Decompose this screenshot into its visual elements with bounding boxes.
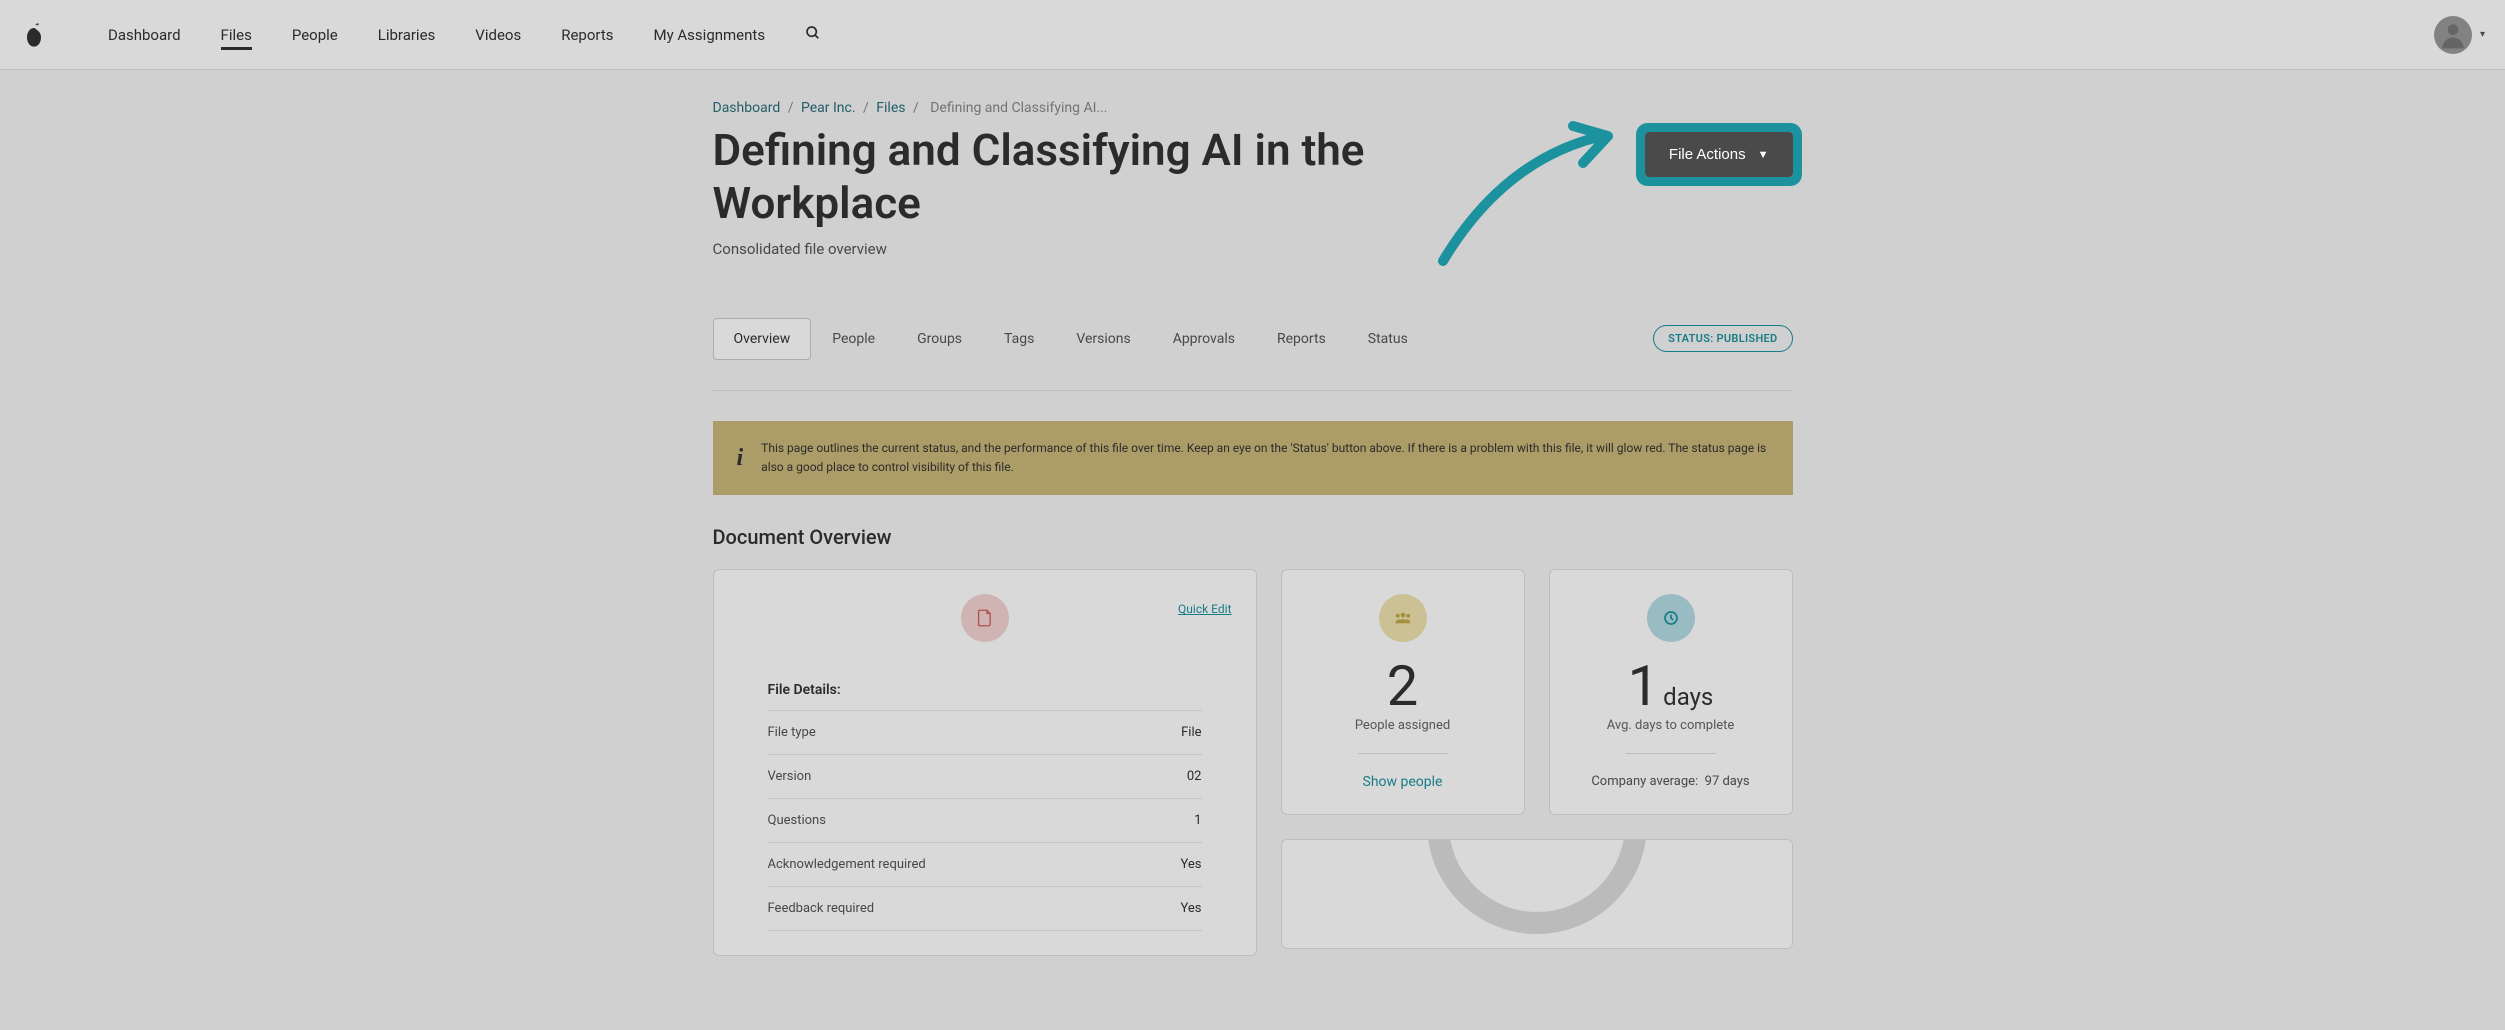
quick-edit-link[interactable]: Quick Edit — [1178, 602, 1231, 616]
detail-label: Feedback required — [768, 901, 875, 916]
search-button[interactable] — [785, 25, 841, 45]
breadcrumb-files[interactable]: Files — [876, 100, 905, 116]
detail-label: Questions — [768, 813, 826, 828]
file-actions-button[interactable]: File Actions ▼ — [1645, 132, 1793, 177]
days-label: Avg. days to complete — [1607, 718, 1735, 733]
tab-status[interactable]: Status — [1347, 318, 1429, 360]
nav-reports[interactable]: Reports — [541, 2, 633, 68]
days-suffix: days — [1663, 683, 1713, 711]
clock-icon-circle — [1647, 594, 1695, 642]
people-assigned-card: 2 People assigned Show people — [1281, 569, 1525, 815]
tab-versions[interactable]: Versions — [1055, 318, 1151, 360]
donut-chart — [1427, 839, 1647, 934]
chevron-down-icon: ▼ — [1758, 149, 1769, 161]
people-icon — [1394, 611, 1412, 625]
avatar — [2434, 16, 2472, 54]
people-count: 2 — [1387, 658, 1418, 714]
file-details-card: Quick Edit File Details: File type File … — [713, 569, 1257, 956]
detail-value: 1 — [1194, 813, 1201, 828]
footer-value: 97 days — [1705, 774, 1750, 789]
chevron-down-icon: ▾ — [2480, 29, 2485, 40]
show-people-link[interactable]: Show people — [1363, 774, 1443, 790]
breadcrumb-dashboard[interactable]: Dashboard — [713, 100, 781, 116]
tab-approvals[interactable]: Approvals — [1152, 318, 1256, 360]
detail-row-feedback: Feedback required Yes — [768, 886, 1202, 931]
tabs-row: Overview People Groups Tags Versions App… — [713, 318, 1793, 360]
detail-value: Yes — [1181, 857, 1202, 872]
main-content: Dashboard / Pear Inc. / Files / Defining… — [693, 70, 1813, 986]
nav-libraries[interactable]: Libraries — [358, 2, 456, 68]
detail-label: File type — [768, 725, 816, 740]
clock-icon — [1663, 610, 1679, 626]
breadcrumb-separator: / — [788, 100, 794, 116]
tab-overview[interactable]: Overview — [713, 318, 812, 360]
nav-files[interactable]: Files — [201, 2, 272, 68]
cards-row: Quick Edit File Details: File type File … — [713, 569, 1793, 956]
file-icon-circle — [961, 594, 1009, 642]
tab-tags[interactable]: Tags — [983, 318, 1055, 360]
page-header: Defining and Classifying AI in the Workp… — [713, 124, 1793, 258]
metric-cards-row: 2 People assigned Show people 1days Avg.… — [1281, 569, 1793, 815]
info-text: This page outlines the current status, a… — [761, 439, 1768, 477]
status-badge: STATUS: PUBLISHED — [1653, 325, 1792, 352]
divider — [713, 390, 1793, 391]
file-pdf-icon — [977, 609, 993, 627]
divider — [1358, 753, 1448, 754]
page-subtitle: Consolidated file overview — [713, 240, 1513, 258]
file-actions-label: File Actions — [1669, 146, 1746, 163]
tab-groups[interactable]: Groups — [896, 318, 983, 360]
title-group: Defining and Classifying AI in the Workp… — [713, 124, 1513, 258]
avg-days-card: 1days Avg. days to complete Company aver… — [1549, 569, 1793, 815]
nav-items: Dashboard Files People Libraries Videos … — [88, 2, 785, 68]
nav-videos[interactable]: Videos — [455, 2, 541, 68]
people-label: People assigned — [1355, 718, 1450, 733]
breadcrumb-current: Defining and Classifying AI... — [930, 100, 1107, 116]
days-count: 1days — [1628, 658, 1714, 714]
breadcrumb: Dashboard / Pear Inc. / Files / Defining… — [713, 100, 1793, 116]
days-number: 1 — [1628, 653, 1659, 719]
nav-dashboard[interactable]: Dashboard — [88, 2, 201, 68]
breadcrumb-company[interactable]: Pear Inc. — [801, 100, 856, 116]
tab-people[interactable]: People — [811, 318, 896, 360]
divider — [1626, 753, 1716, 754]
top-navigation: Dashboard Files People Libraries Videos … — [0, 0, 2505, 70]
file-actions-highlight: File Actions ▼ — [1645, 132, 1793, 177]
footer-prefix: Company average: — [1591, 774, 1698, 789]
page-title: Defining and Classifying AI in the Workp… — [713, 124, 1513, 230]
detail-value: Yes — [1181, 901, 1202, 916]
breadcrumb-separator: / — [863, 100, 869, 116]
detail-value: 02 — [1187, 769, 1202, 784]
section-title: Document Overview — [713, 525, 1793, 549]
detail-row-filetype: File type File — [768, 710, 1202, 754]
detail-label: Acknowledgement required — [768, 857, 926, 872]
details-table: File type File Version 02 Questions 1 Ac… — [738, 710, 1232, 931]
info-icon: i — [737, 439, 744, 477]
detail-row-version: Version 02 — [768, 754, 1202, 798]
company-average: Company average: 97 days — [1591, 774, 1749, 789]
search-icon — [805, 25, 821, 41]
people-icon-circle — [1379, 594, 1427, 642]
detail-label: Version — [768, 769, 812, 784]
detail-value: File — [1181, 725, 1201, 740]
file-details-title: File Details: — [738, 682, 1232, 698]
detail-row-ack: Acknowledgement required Yes — [768, 842, 1202, 886]
nav-people[interactable]: People — [272, 2, 358, 68]
breadcrumb-separator: / — [913, 100, 919, 116]
chart-card — [1281, 839, 1793, 949]
nav-my-assignments[interactable]: My Assignments — [633, 2, 785, 68]
right-column: 2 People assigned Show people 1days Avg.… — [1281, 569, 1793, 956]
info-banner: i This page outlines the current status,… — [713, 421, 1793, 495]
detail-row-questions: Questions 1 — [768, 798, 1202, 842]
tab-reports[interactable]: Reports — [1256, 318, 1347, 360]
logo[interactable] — [20, 21, 48, 49]
tabs: Overview People Groups Tags Versions App… — [713, 318, 1429, 360]
card-header: Quick Edit — [738, 594, 1232, 642]
user-menu[interactable]: ▾ — [2434, 16, 2485, 54]
